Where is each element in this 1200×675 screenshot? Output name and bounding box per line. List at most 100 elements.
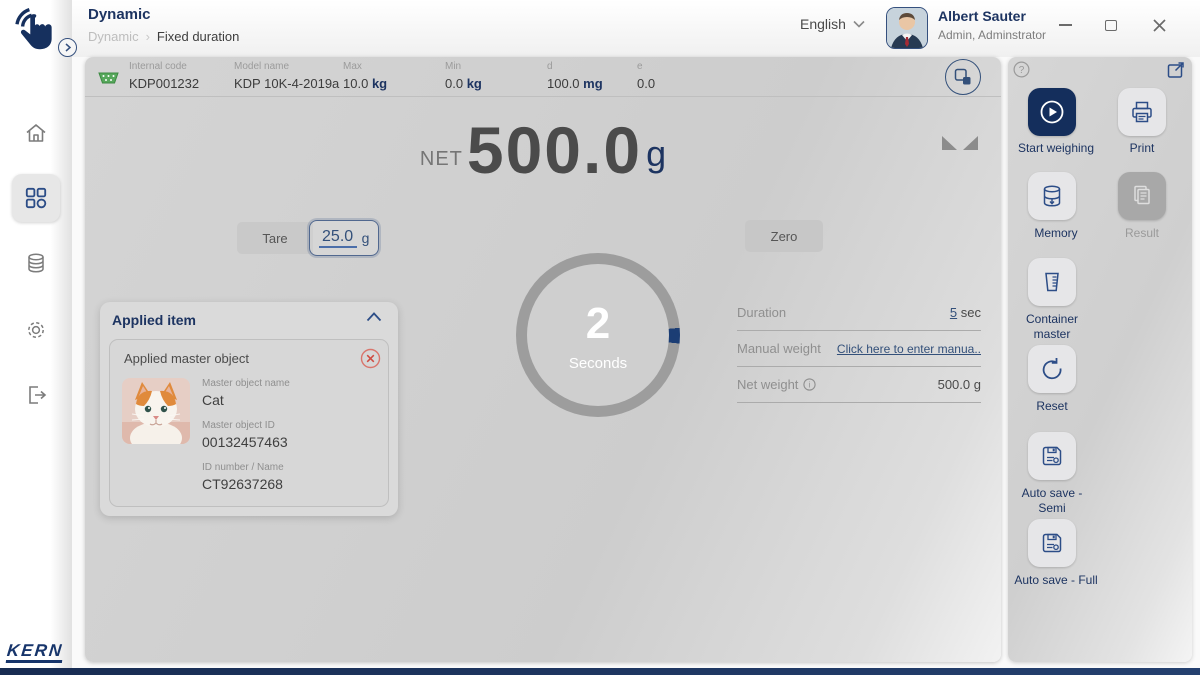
master-object-name-field: Master object name Cat	[202, 378, 290, 408]
device-field-max: Max 10.0 kg	[343, 61, 387, 91]
timer-value: 2	[586, 299, 610, 349]
sidebar-expand-toggle[interactable]	[58, 38, 77, 57]
reset-label: Reset	[1008, 399, 1096, 414]
avatar[interactable]	[886, 7, 928, 49]
chevron-up-icon	[366, 312, 382, 322]
tare-unit: g	[362, 230, 370, 246]
result-button[interactable]	[1118, 172, 1166, 220]
net-weight-unit: g	[974, 377, 981, 392]
svg-text:i: i	[809, 380, 811, 389]
device-info-bar: Internal code KDP001232 Model name KDP 1…	[85, 57, 1001, 97]
net-weight-value: 500.0	[938, 377, 971, 392]
memory-label: Memory	[1008, 226, 1104, 241]
help-icon: ?	[1013, 61, 1030, 78]
main-panel: Internal code KDP001232 Model name KDP 1…	[85, 57, 1001, 662]
weight-value: 500.0	[467, 117, 642, 183]
logout-icon	[24, 383, 48, 407]
duration-value[interactable]: 5	[950, 305, 957, 320]
start-weighing-label: Start weighing	[1008, 141, 1104, 156]
close-icon	[1153, 19, 1166, 32]
applied-master-object-card: Applied master object	[109, 339, 389, 507]
auto-save-full-button[interactable]	[1028, 519, 1076, 567]
collapse-section-button[interactable]	[366, 312, 382, 322]
tare-input-box: g	[309, 220, 379, 256]
save-full-icon	[1039, 530, 1065, 556]
switch-device-button[interactable]	[945, 59, 981, 95]
container-master-label: Container master	[1008, 312, 1096, 342]
id-number-field: ID number / Name CT92637268	[202, 462, 284, 492]
cat-image	[122, 378, 190, 444]
action-panel: ? Start weighing Print	[1008, 57, 1192, 662]
sidebar-item-logout[interactable]	[24, 383, 48, 407]
remove-circle-icon	[360, 348, 381, 369]
page-title: Dynamic	[88, 6, 151, 23]
manual-weight-link[interactable]: Click here to enter manua..	[837, 342, 981, 356]
reset-button[interactable]	[1028, 345, 1076, 393]
gear-icon	[24, 318, 48, 342]
applied-master-object-title: Applied master object	[124, 351, 249, 366]
fullscreen-button[interactable]	[1166, 60, 1186, 80]
print-icon	[1129, 99, 1155, 125]
duration-row: Duration 5 sec	[737, 295, 981, 331]
memory-icon	[1039, 183, 1065, 209]
zero-button[interactable]: Zero	[745, 220, 823, 252]
user-info[interactable]: Albert Sauter Admin, Adminstrator	[938, 8, 1046, 42]
applied-item-card: Applied item Applied master object	[100, 302, 398, 516]
kern-logo: KERN	[6, 641, 64, 661]
help-button[interactable]: ?	[1013, 61, 1030, 78]
print-button[interactable]	[1118, 88, 1166, 136]
user-name: Albert Sauter	[938, 8, 1046, 24]
device-field-d: d 100.0 mg	[547, 61, 603, 91]
duration-label: Duration	[737, 305, 786, 320]
app-logo	[8, 4, 62, 58]
close-button[interactable]	[1146, 12, 1172, 38]
memory-button[interactable]	[1028, 172, 1076, 220]
svg-text:?: ?	[1019, 65, 1025, 76]
master-object-photo	[122, 378, 190, 444]
language-selector[interactable]: English	[800, 16, 865, 32]
app-window: Dynamic Dynamic›Fixed duration English A…	[0, 0, 1200, 675]
sidebar-item-home[interactable]	[24, 121, 48, 145]
remove-applied-object-button[interactable]	[360, 348, 381, 369]
switch-device-icon	[953, 67, 973, 87]
duration-timer: 2 Seconds	[516, 253, 680, 417]
device-field-e: e 0.0	[637, 61, 655, 91]
tare-control: Tare g	[237, 220, 379, 256]
sidebar-item-database[interactable]	[24, 251, 48, 275]
minimize-button[interactable]	[1052, 12, 1078, 38]
left-sidebar: KERN	[0, 0, 72, 668]
container-master-button[interactable]	[1028, 258, 1076, 306]
device-field-model-name: Model name KDP 10K-4-2019a	[234, 61, 339, 91]
device-field-internal-code: Internal code KDP001232	[129, 61, 199, 91]
weighing-details: Duration 5 sec Manual weight Click here …	[737, 295, 981, 403]
apps-grid-icon	[23, 185, 49, 211]
chevron-down-icon	[853, 20, 865, 28]
touch-logo-icon	[8, 4, 62, 58]
maximize-icon	[1105, 20, 1117, 31]
chevron-right-icon	[64, 43, 72, 52]
tare-input[interactable]	[319, 228, 357, 248]
top-bar: Dynamic Dynamic›Fixed duration English A…	[72, 0, 1200, 57]
database-icon	[24, 251, 48, 275]
sidebar-item-applications[interactable]	[12, 174, 60, 222]
auto-save-semi-button[interactable]	[1028, 432, 1076, 480]
save-semi-icon	[1039, 443, 1065, 469]
user-photo	[887, 8, 927, 48]
print-label: Print	[1106, 141, 1178, 156]
device-field-min: Min 0.0 kg	[445, 61, 482, 91]
breadcrumb: Dynamic›Fixed duration	[88, 29, 239, 44]
home-icon	[24, 121, 48, 145]
net-weight-label: Net weight	[737, 377, 798, 392]
weight-unit: g	[646, 133, 666, 175]
weight-display: NET 500.0 g	[85, 117, 1001, 183]
timer-face: 2 Seconds	[527, 264, 669, 406]
manual-weight-label: Manual weight	[737, 341, 821, 356]
breadcrumb-parent[interactable]: Dynamic	[88, 29, 139, 44]
serial-port-icon	[97, 71, 120, 85]
tare-button[interactable]: Tare	[237, 222, 313, 254]
user-role: Admin, Adminstrator	[938, 28, 1046, 42]
sidebar-item-settings[interactable]	[24, 318, 48, 342]
maximize-button[interactable]	[1098, 12, 1124, 38]
start-weighing-button[interactable]	[1028, 88, 1076, 136]
minimize-icon	[1059, 24, 1072, 26]
